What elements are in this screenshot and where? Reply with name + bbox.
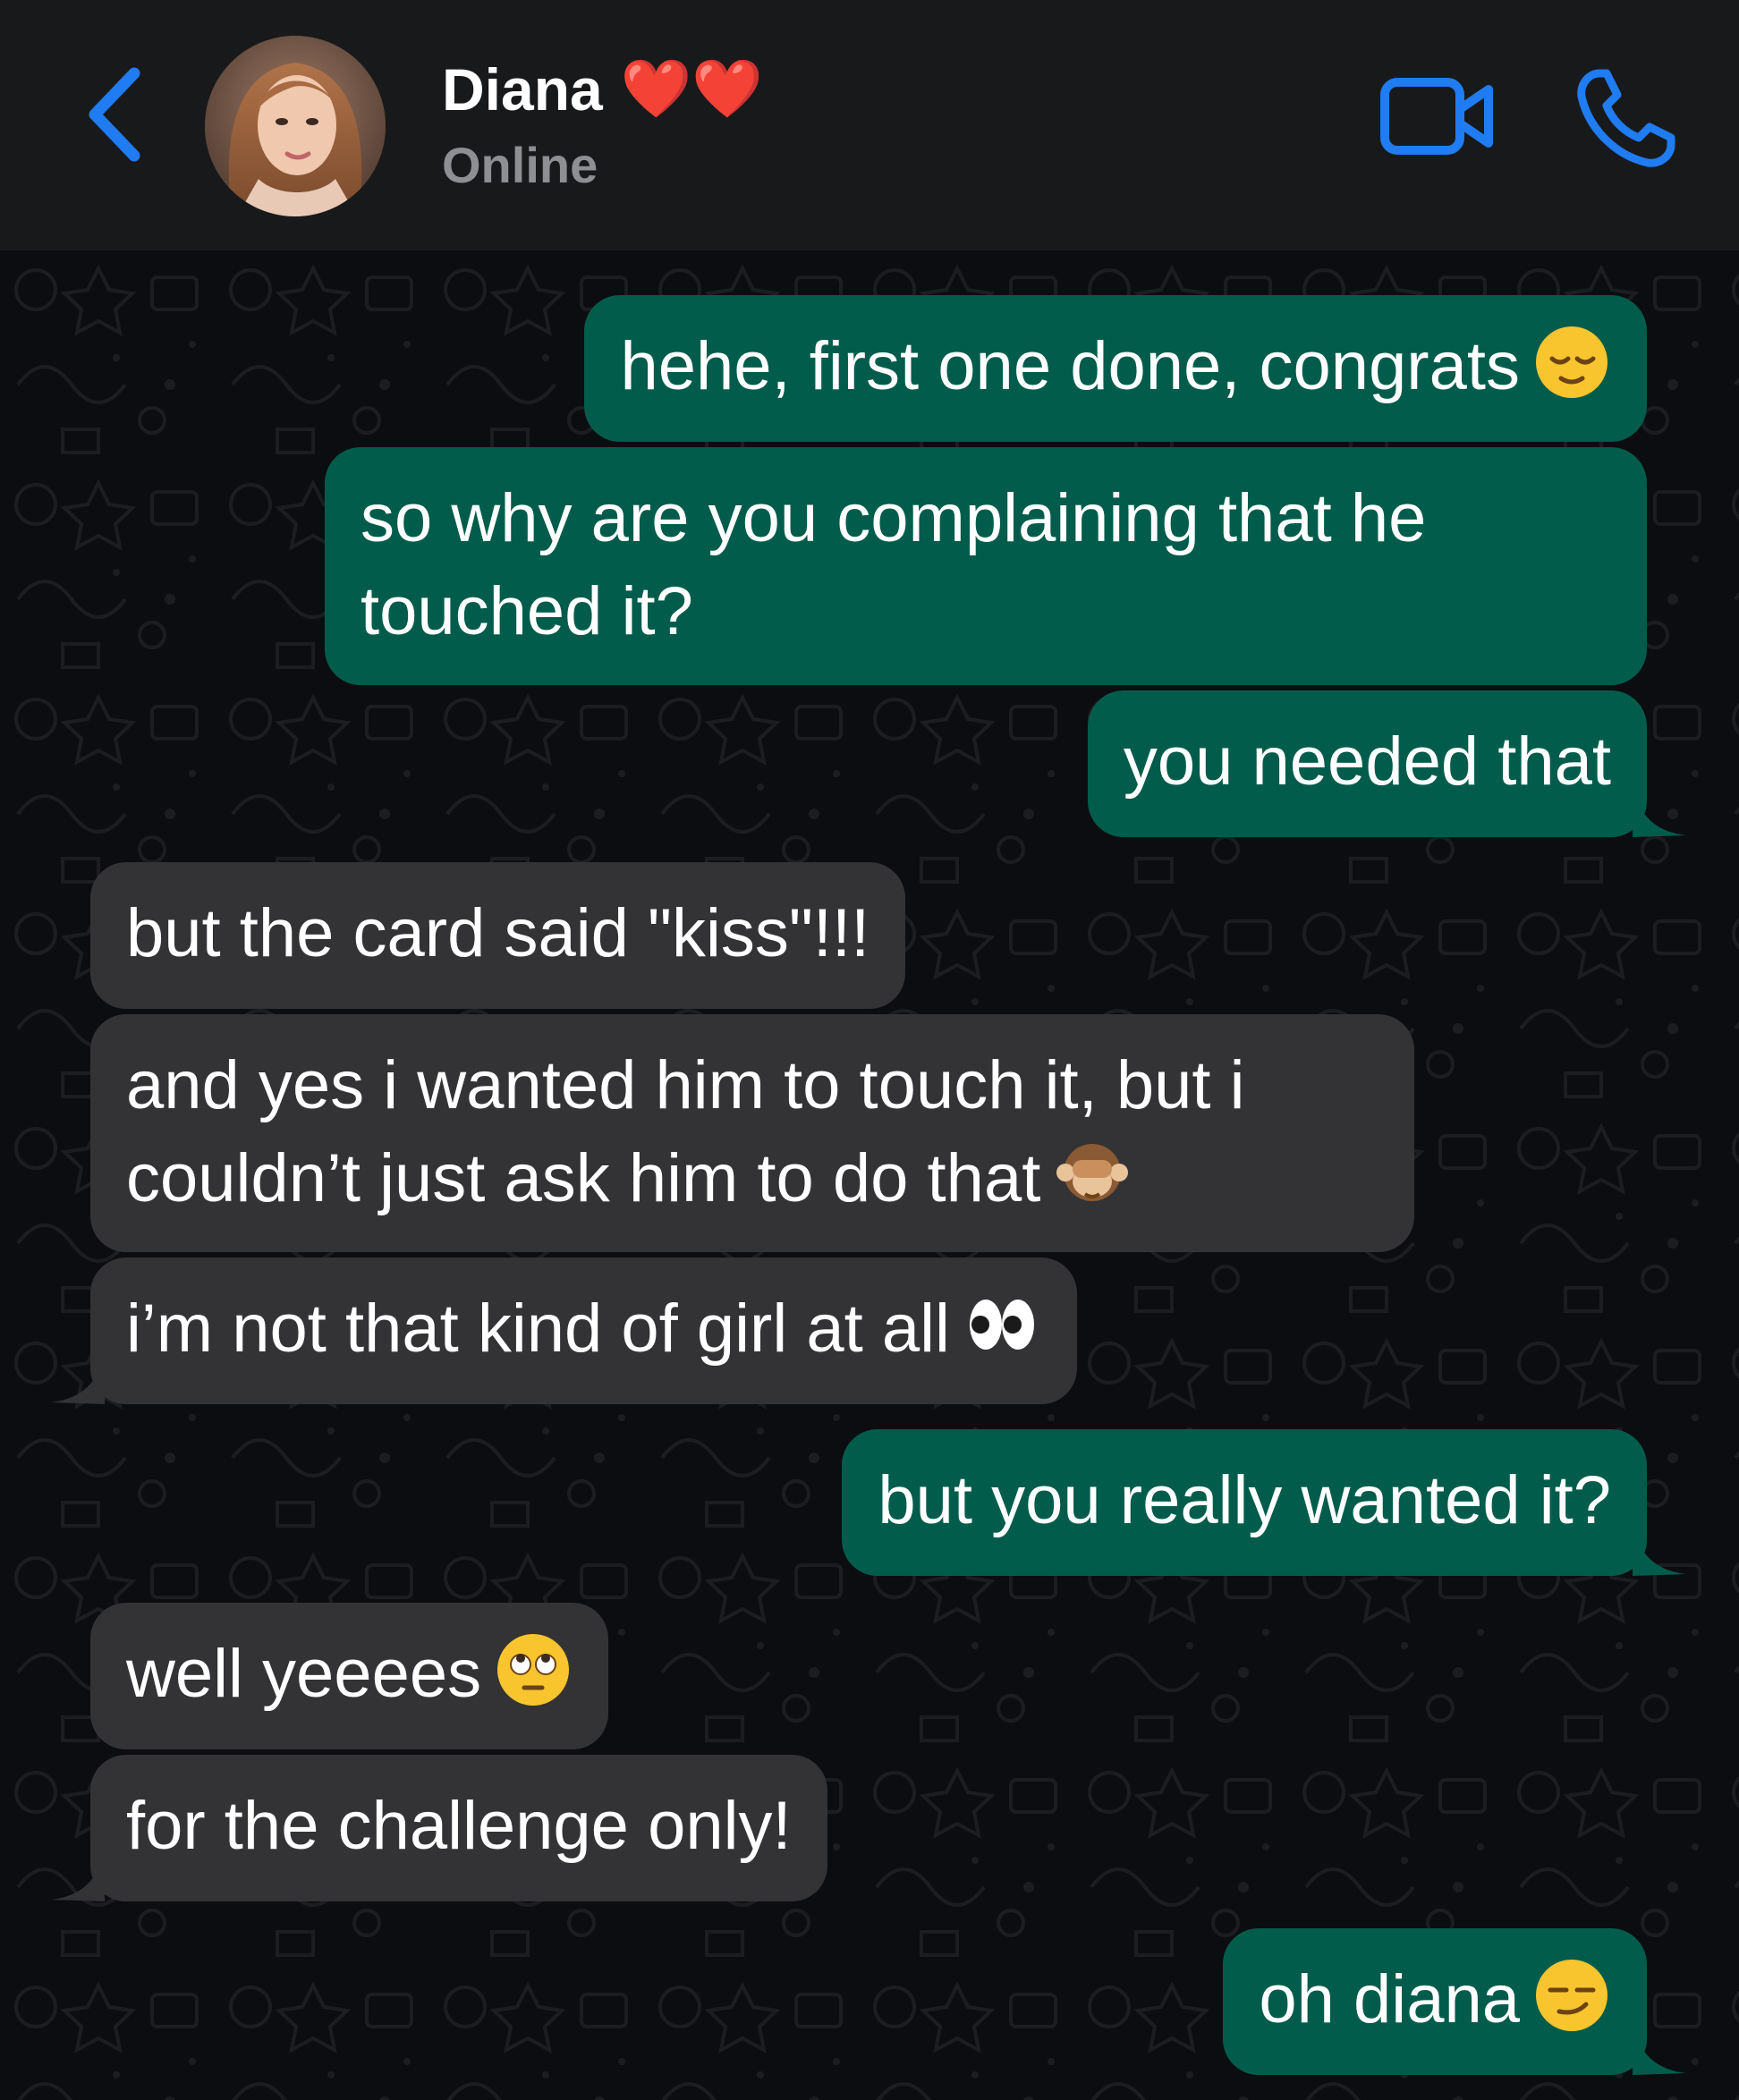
message-bubble-incoming[interactable]: and yes i wanted him to touch it, but i … bbox=[90, 1014, 1414, 1252]
message-bubble-incoming[interactable]: but the card said "kiss"!!! bbox=[90, 862, 906, 1009]
bubble-tail bbox=[51, 1848, 105, 1901]
see-no-evil-monkey-emoji bbox=[1056, 1144, 1129, 1201]
contact-status: Online bbox=[442, 137, 598, 193]
contact-name-row[interactable]: Diana ❤️❤️ bbox=[442, 50, 763, 129]
message-line: couldn’t just ask him to do that bbox=[126, 1132, 1378, 1225]
message-text-content: i’m not that kind of girl at all bbox=[126, 1291, 950, 1367]
message-text: but the card said "kiss"!!! bbox=[126, 895, 870, 971]
contact-photo bbox=[205, 36, 386, 216]
bubble-tail bbox=[1633, 1522, 1686, 1576]
chat-screen: Diana ❤️❤️ Online hehe, first one done, … bbox=[0, 0, 1739, 2100]
message-list[interactable]: hehe, first one done, congrats so why ar… bbox=[0, 250, 1739, 2100]
message-bubble-incoming[interactable]: well yeeees bbox=[90, 1603, 609, 1749]
voice-call-button[interactable] bbox=[1574, 66, 1678, 170]
message-text: for the challenge only! bbox=[126, 1788, 792, 1864]
eyes-emoji bbox=[969, 1300, 1034, 1350]
message-text-content: well yeeees bbox=[126, 1636, 482, 1712]
message-bubble-outgoing[interactable]: but you really wanted it? bbox=[842, 1429, 1686, 1576]
bubble-tail bbox=[1633, 2021, 1686, 2075]
chevron-left-icon bbox=[89, 67, 140, 162]
message-text: oh diana bbox=[1259, 1953, 1611, 2046]
message-text: hehe, first one done, congrats bbox=[620, 320, 1611, 413]
chat-header: Diana ❤️❤️ Online bbox=[0, 0, 1739, 250]
message-bubble-incoming[interactable]: for the challenge only! bbox=[51, 1755, 827, 1901]
back-button[interactable] bbox=[82, 64, 154, 165]
bubble-tail bbox=[1633, 783, 1686, 837]
video-call-button[interactable] bbox=[1378, 72, 1496, 161]
smirking-face-emoji bbox=[1536, 1960, 1608, 2031]
message-bubble-outgoing[interactable]: you needed that bbox=[1087, 690, 1686, 837]
message-text: but you really wanted it? bbox=[878, 1462, 1611, 1538]
bubble-tail bbox=[51, 1351, 105, 1404]
message-text: well yeeees bbox=[126, 1628, 573, 1721]
message-text: you needed that bbox=[1123, 724, 1611, 800]
message-bubble-incoming[interactable]: i’m not that kind of girl at all bbox=[51, 1257, 1077, 1404]
relieved-face-emoji bbox=[1536, 326, 1608, 398]
video-camera-icon bbox=[1380, 78, 1493, 155]
rolling-eyes-face-emoji bbox=[497, 1634, 570, 1706]
message-line: touched it? bbox=[361, 573, 693, 649]
message-text-content: hehe, first one done, congrats bbox=[620, 328, 1520, 404]
message-text: i’m not that kind of girl at all bbox=[126, 1283, 1041, 1376]
message-line: so why are you complaining that he bbox=[361, 480, 1427, 556]
phone-icon bbox=[1577, 69, 1675, 167]
hearts-emoji: ❤️❤️ bbox=[620, 56, 764, 123]
message-text-content: oh diana bbox=[1259, 1961, 1520, 2037]
message-bubble-outgoing[interactable]: oh diana bbox=[1223, 1928, 1686, 2075]
message-line-content: couldn’t just ask him to do that bbox=[126, 1140, 1041, 1216]
message-bubble-outgoing[interactable]: so why are you complaining that he touch… bbox=[325, 447, 1647, 685]
message-bubble-outgoing[interactable]: hehe, first one done, congrats bbox=[584, 295, 1647, 442]
message-line: and yes i wanted him to touch it, but i bbox=[126, 1047, 1245, 1123]
avatar[interactable] bbox=[205, 36, 386, 216]
contact-name: Diana bbox=[442, 56, 603, 123]
